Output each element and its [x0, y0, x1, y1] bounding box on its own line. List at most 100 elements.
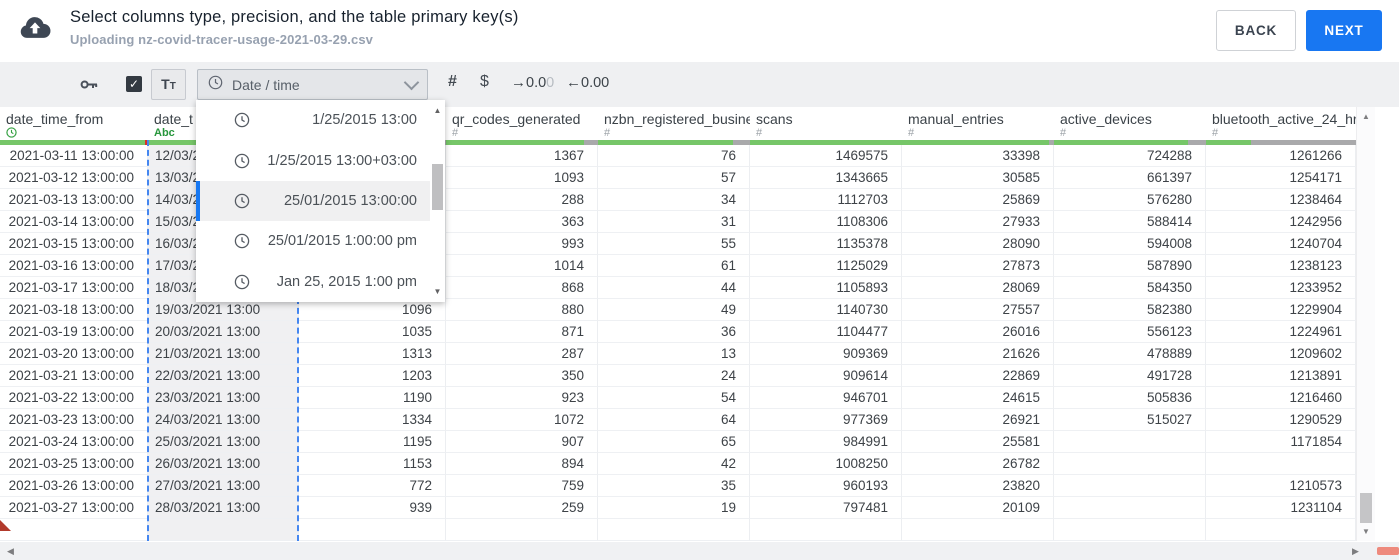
- increase-precision-button[interactable]: ←0.00: [566, 74, 609, 91]
- cell[interactable]: 909614: [750, 365, 902, 387]
- cell[interactable]: [0, 519, 148, 541]
- vertical-scrollbar-thumb[interactable]: [1360, 493, 1372, 523]
- cell[interactable]: 1153: [299, 453, 446, 475]
- cell[interactable]: 26782: [902, 453, 1054, 475]
- cell[interactable]: 491728: [1054, 365, 1206, 387]
- cell[interactable]: 1213891: [1206, 365, 1356, 387]
- dropdown-scroll-up-arrow[interactable]: ▲: [430, 106, 445, 115]
- cell[interactable]: 515027: [1054, 409, 1206, 431]
- decrease-precision-button[interactable]: →0.00: [511, 74, 554, 91]
- cell[interactable]: 54: [598, 387, 750, 409]
- cell[interactable]: 21626: [902, 343, 1054, 365]
- cell[interactable]: 1096: [299, 299, 446, 321]
- cell[interactable]: [598, 519, 750, 541]
- cell[interactable]: 27933: [902, 211, 1054, 233]
- back-button[interactable]: BACK: [1216, 10, 1296, 51]
- primary-key-icon[interactable]: [80, 76, 99, 98]
- cell[interactable]: 44: [598, 277, 750, 299]
- cell[interactable]: 49: [598, 299, 750, 321]
- cell[interactable]: 21/03/2021 13:00: [148, 343, 299, 365]
- cell[interactable]: 1190: [299, 387, 446, 409]
- cell[interactable]: 797481: [750, 497, 902, 519]
- cell[interactable]: 19/03/2021 13:00: [148, 299, 299, 321]
- cell[interactable]: 288: [446, 189, 598, 211]
- cell[interactable]: 1216460: [1206, 387, 1356, 409]
- column-header[interactable]: date_time_from: [0, 107, 148, 140]
- cell[interactable]: 1238464: [1206, 189, 1356, 211]
- cell[interactable]: 2021-03-18 13:00:00: [0, 299, 148, 321]
- cell[interactable]: 24615: [902, 387, 1054, 409]
- cell[interactable]: 55: [598, 233, 750, 255]
- cell[interactable]: 2021-03-26 13:00:00: [0, 475, 148, 497]
- cell[interactable]: 993: [446, 233, 598, 255]
- cell[interactable]: 880: [446, 299, 598, 321]
- cell[interactable]: 2021-03-20 13:00:00: [0, 343, 148, 365]
- cell[interactable]: 582380: [1054, 299, 1206, 321]
- cell[interactable]: 505836: [1054, 387, 1206, 409]
- cell[interactable]: 363: [446, 211, 598, 233]
- cell[interactable]: 909369: [750, 343, 902, 365]
- cell[interactable]: 1254171: [1206, 167, 1356, 189]
- cell[interactable]: 584350: [1054, 277, 1206, 299]
- cell[interactable]: 28/03/2021 13:00: [148, 497, 299, 519]
- cell[interactable]: 1195: [299, 431, 446, 453]
- cell[interactable]: 259: [446, 497, 598, 519]
- cell[interactable]: 20109: [902, 497, 1054, 519]
- cell[interactable]: 588414: [1054, 211, 1206, 233]
- next-button[interactable]: NEXT: [1306, 10, 1382, 51]
- cell[interactable]: 1203: [299, 365, 446, 387]
- cell[interactable]: 1242956: [1206, 211, 1356, 233]
- cell[interactable]: 61: [598, 255, 750, 277]
- cell[interactable]: 576280: [1054, 189, 1206, 211]
- cell[interactable]: 946701: [750, 387, 902, 409]
- cell[interactable]: 1238123: [1206, 255, 1356, 277]
- cell[interactable]: 35: [598, 475, 750, 497]
- vertical-scrollbar[interactable]: ▲ ▼: [1356, 107, 1375, 541]
- cell[interactable]: 894: [446, 453, 598, 475]
- cell[interactable]: 1229904: [1206, 299, 1356, 321]
- cell[interactable]: 759: [446, 475, 598, 497]
- date-format-option[interactable]: 25/01/2015 1:00:00 pm: [196, 221, 430, 261]
- cell[interactable]: 1367: [446, 145, 598, 167]
- cell[interactable]: 27873: [902, 255, 1054, 277]
- cell[interactable]: 57: [598, 167, 750, 189]
- cell[interactable]: [1054, 475, 1206, 497]
- cell[interactable]: 1209602: [1206, 343, 1356, 365]
- currency-type-button[interactable]: $: [480, 73, 489, 91]
- cell[interactable]: 1014: [446, 255, 598, 277]
- cell[interactable]: [750, 519, 902, 541]
- cell[interactable]: 64: [598, 409, 750, 431]
- cell[interactable]: 923: [446, 387, 598, 409]
- cell[interactable]: 478889: [1054, 343, 1206, 365]
- scroll-up-arrow[interactable]: ▲: [1357, 112, 1375, 121]
- cell[interactable]: 960193: [750, 475, 902, 497]
- cell[interactable]: 977369: [750, 409, 902, 431]
- cell[interactable]: 19: [598, 497, 750, 519]
- column-header[interactable]: nzbn_registered_busine #: [598, 107, 750, 140]
- cell[interactable]: [1054, 453, 1206, 475]
- cell[interactable]: 25869: [902, 189, 1054, 211]
- cell[interactable]: 2021-03-21 13:00:00: [0, 365, 148, 387]
- cell[interactable]: 1231104: [1206, 497, 1356, 519]
- date-format-option[interactable]: Jan 25, 2015 1:00 pm: [196, 262, 430, 302]
- cell[interactable]: 1233952: [1206, 277, 1356, 299]
- cell[interactable]: 23/03/2021 13:00: [148, 387, 299, 409]
- cell[interactable]: [902, 519, 1054, 541]
- cell[interactable]: 2021-03-19 13:00:00: [0, 321, 148, 343]
- cell[interactable]: 1140730: [750, 299, 902, 321]
- scroll-right-arrow[interactable]: ▶: [1352, 546, 1359, 557]
- cell[interactable]: 25581: [902, 431, 1054, 453]
- type-select-dropdown[interactable]: Date / time: [197, 69, 428, 100]
- cell[interactable]: 34: [598, 189, 750, 211]
- cell[interactable]: 871: [446, 321, 598, 343]
- cell[interactable]: 2021-03-15 13:00:00: [0, 233, 148, 255]
- cell[interactable]: 22869: [902, 365, 1054, 387]
- cell[interactable]: 772: [299, 475, 446, 497]
- cell[interactable]: [1206, 519, 1356, 541]
- cell[interactable]: 587890: [1054, 255, 1206, 277]
- cell[interactable]: 1240704: [1206, 233, 1356, 255]
- cell[interactable]: 661397: [1054, 167, 1206, 189]
- cell[interactable]: 1035: [299, 321, 446, 343]
- cell[interactable]: 1125029: [750, 255, 902, 277]
- cell[interactable]: 26/03/2021 13:00: [148, 453, 299, 475]
